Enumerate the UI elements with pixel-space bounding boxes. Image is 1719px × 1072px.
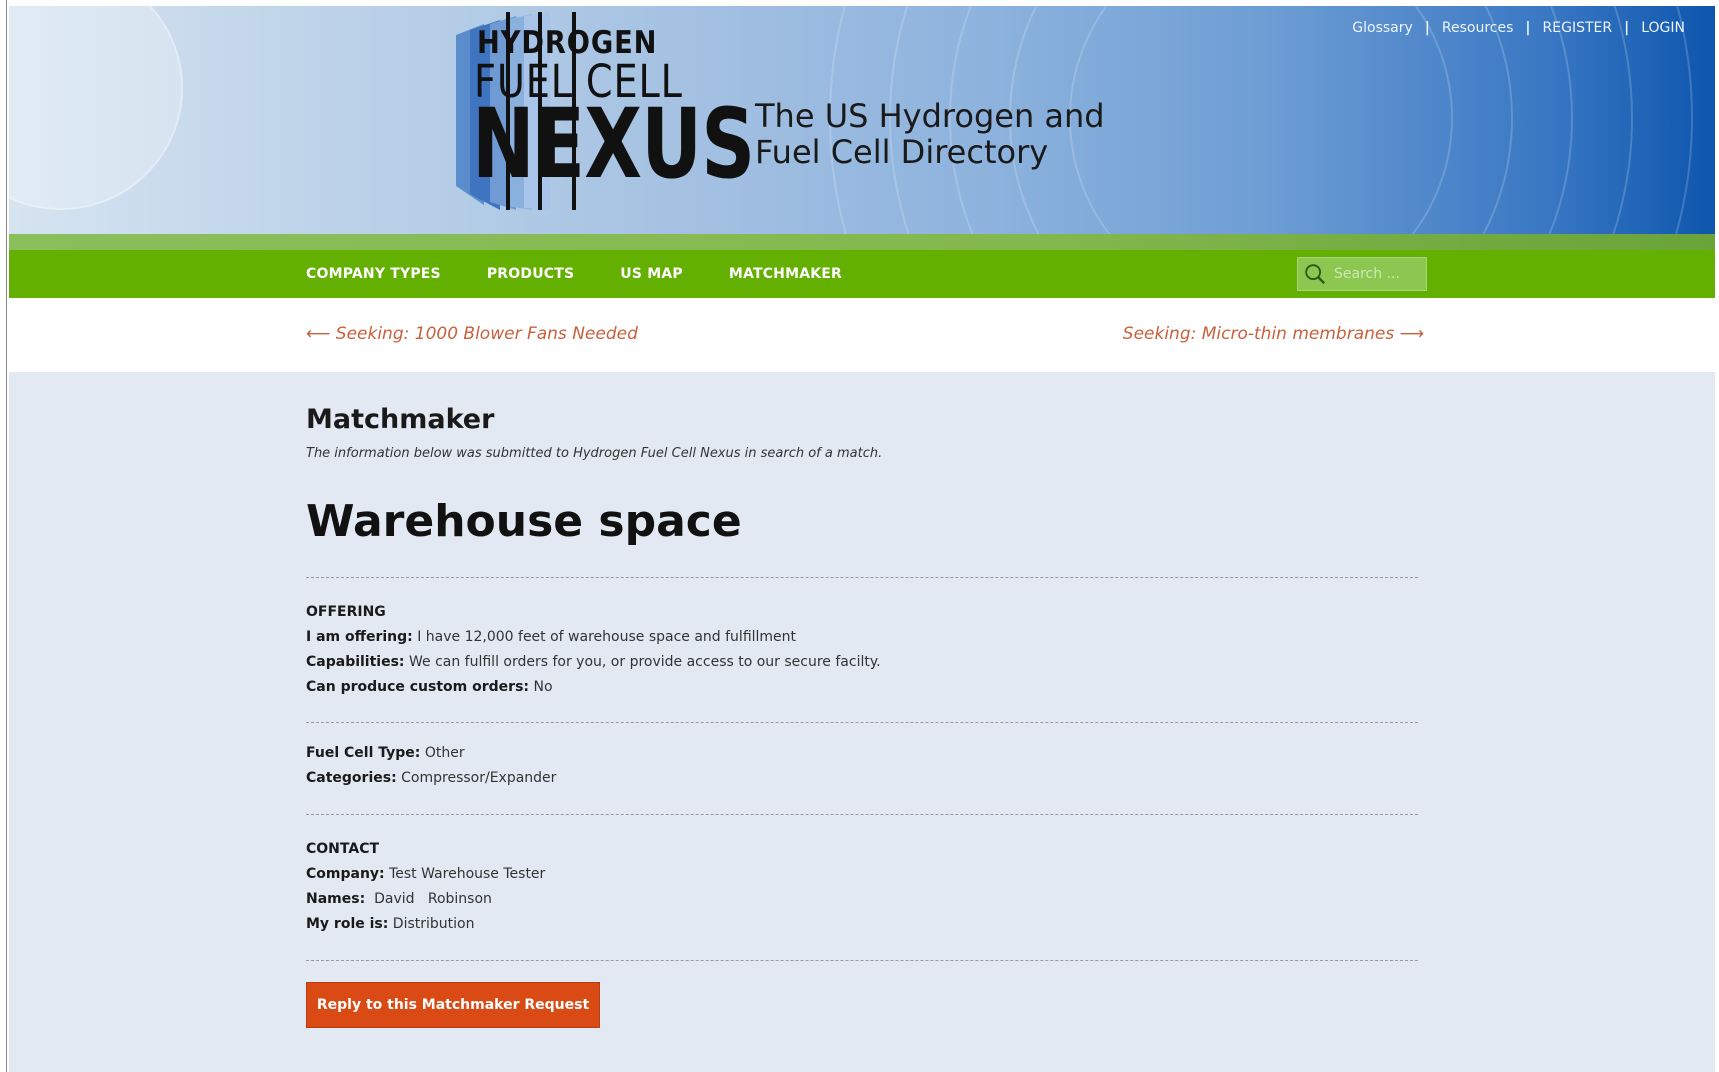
- details-section: Fuel Cell Type: Other Categories: Compre…: [306, 741, 556, 791]
- tagline-line-1: The US Hydrogen and: [755, 97, 1105, 135]
- search-icon[interactable]: [1302, 260, 1328, 288]
- fuel-cell-type-row: Fuel Cell Type: Other: [306, 741, 556, 766]
- decor-circle: [9, 6, 183, 210]
- capabilities-label: Capabilities:: [306, 654, 405, 670]
- capabilities-row: Capabilities: We can fulfill orders for …: [306, 650, 881, 675]
- reply-button[interactable]: Reply to this Matchmaker Request: [306, 982, 600, 1028]
- categories-row: Categories: Compressor/Expander: [306, 766, 556, 791]
- main-navigation: COMPANY TYPES PRODUCTS US MAP MATCHMAKER: [9, 250, 1715, 298]
- role-value: Distribution: [388, 916, 475, 932]
- offering-value: I have 12,000 feet of warehouse space an…: [412, 629, 797, 645]
- link-separator: |: [1525, 20, 1531, 36]
- divider: [306, 722, 1418, 723]
- logo-text-nexus: NEXUS: [472, 88, 755, 200]
- header-accent-strip: [9, 234, 1715, 250]
- decor-ring: [1069, 6, 1453, 234]
- next-post-link[interactable]: Seeking: Micro-thin membranes ⟶: [1123, 324, 1424, 344]
- contact-section: CONTACT Company: Test Warehouse Tester N…: [306, 837, 545, 937]
- nav-items: COMPANY TYPES PRODUCTS US MAP MATCHMAKER: [306, 250, 888, 298]
- custom-orders-value: No: [529, 679, 553, 695]
- post-title: Warehouse space: [306, 496, 742, 547]
- register-link[interactable]: REGISTER: [1543, 20, 1613, 36]
- section-subtitle: The information below was submitted to H…: [306, 446, 883, 461]
- fuel-cell-type-value: Other: [420, 745, 465, 761]
- tagline-line-2: Fuel Cell Directory: [755, 133, 1049, 171]
- categories-value: Compressor/Expander: [396, 770, 557, 786]
- company-row: Company: Test Warehouse Tester: [306, 862, 545, 887]
- divider: [306, 577, 1418, 578]
- offering-label: I am offering:: [306, 629, 413, 645]
- section-title: Matchmaker: [306, 404, 495, 435]
- login-link[interactable]: LOGIN: [1641, 20, 1685, 36]
- role-label: My role is:: [306, 916, 389, 932]
- fuel-cell-type-label: Fuel Cell Type:: [306, 745, 421, 761]
- link-separator: |: [1624, 20, 1630, 36]
- nav-item-matchmaker[interactable]: MATCHMAKER: [729, 266, 842, 282]
- glossary-link[interactable]: Glossary: [1352, 20, 1413, 36]
- search-input[interactable]: [1332, 265, 1426, 283]
- company-label: Company:: [306, 866, 385, 882]
- top-links: Glossary | Resources | REGISTER | LOGIN: [1352, 20, 1685, 36]
- previous-post-link[interactable]: ⟵ Seeking: 1000 Blower Fans Needed: [306, 324, 638, 344]
- custom-orders-row: Can produce custom orders: No: [306, 675, 881, 700]
- link-separator: |: [1424, 20, 1430, 36]
- nav-item-us-map[interactable]: US MAP: [620, 266, 683, 282]
- contact-heading: CONTACT: [306, 841, 380, 857]
- window-border: [6, 0, 7, 1072]
- site-tagline: The US Hydrogen and Fuel Cell Directory: [755, 98, 1105, 170]
- names-label: Names:: [306, 891, 366, 907]
- offering-row: I am offering: I have 12,000 feet of war…: [306, 625, 881, 650]
- divider: [306, 960, 1418, 961]
- search-box[interactable]: [1297, 257, 1427, 291]
- offering-heading: OFFERING: [306, 604, 386, 620]
- categories-label: Categories:: [306, 770, 397, 786]
- names-value: David Robinson: [365, 891, 492, 907]
- main-content: Matchmaker The information below was sub…: [9, 372, 1715, 1072]
- role-row: My role is: Distribution: [306, 912, 545, 937]
- offering-section: OFFERING I am offering: I have 12,000 fe…: [306, 600, 881, 700]
- resources-link[interactable]: Resources: [1442, 20, 1514, 36]
- names-row: Names: David Robinson: [306, 887, 545, 912]
- nav-item-company-types[interactable]: COMPANY TYPES: [306, 266, 441, 282]
- divider: [306, 814, 1418, 815]
- company-value: Test Warehouse Tester: [384, 866, 546, 882]
- nav-item-products[interactable]: PRODUCTS: [487, 266, 574, 282]
- post-navigation: ⟵ Seeking: 1000 Blower Fans Needed Seeki…: [9, 298, 1715, 372]
- custom-orders-label: Can produce custom orders:: [306, 679, 530, 695]
- capabilities-value: We can fulfill orders for you, or provid…: [404, 654, 881, 670]
